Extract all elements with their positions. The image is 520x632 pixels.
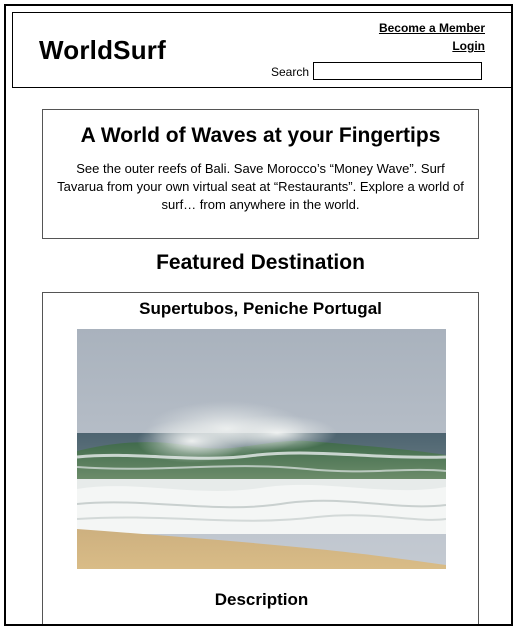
destination-card: Supertubos, Peniche Portugal Description: [42, 292, 479, 624]
login-link[interactable]: Login: [379, 37, 485, 55]
wave-photo[interactable]: [77, 329, 446, 569]
hero-title: A World of Waves at your Fingertips: [80, 124, 441, 147]
destination-name[interactable]: Supertubos, Peniche Portugal: [43, 299, 478, 319]
description-heading: Description: [214, 590, 309, 609]
hero-text: See the outer reefs of Bali. Save Morocc…: [57, 161, 464, 212]
featured-heading: Featured Destination: [156, 251, 365, 274]
search-input[interactable]: [313, 62, 482, 80]
site-header: WorldSurf Become a Member Login Search: [12, 12, 511, 88]
become-member-link[interactable]: Become a Member: [379, 19, 485, 37]
account-links: Become a Member Login: [379, 19, 485, 55]
search-label: Search: [271, 65, 310, 79]
page-frame: WorldSurf Become a Member Login Search A…: [4, 4, 513, 626]
hero-box: A World of Waves at your Fingertips See …: [42, 109, 479, 239]
site-logo[interactable]: WorldSurf: [39, 35, 166, 66]
